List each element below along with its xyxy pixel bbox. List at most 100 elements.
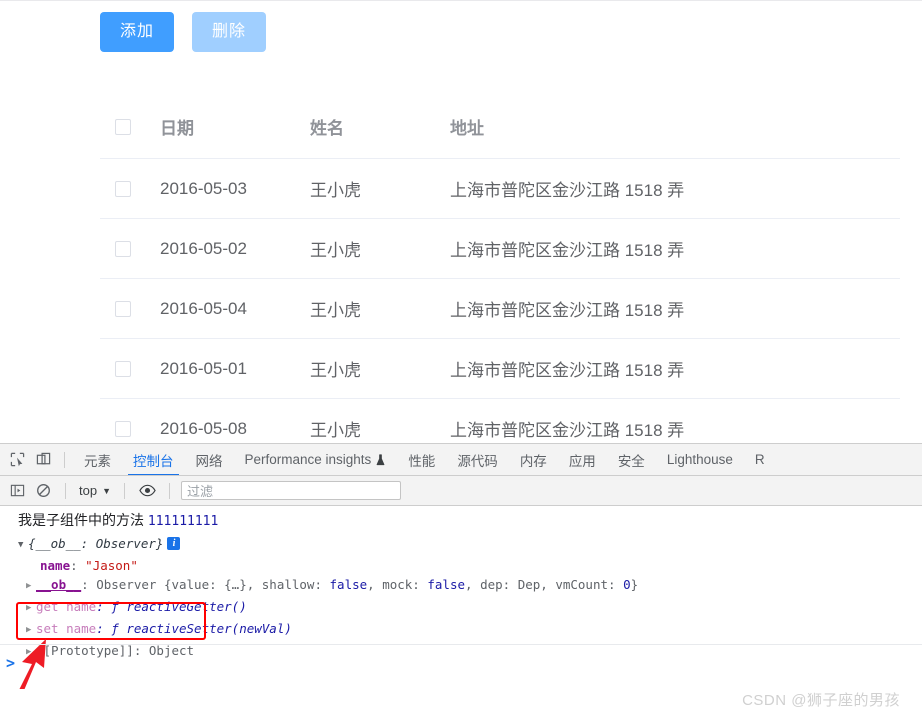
tab-lighthouse[interactable]: Lighthouse xyxy=(656,444,744,475)
toolbar-divider xyxy=(169,482,170,499)
disclosure-triangle-open-icon[interactable]: ▼ xyxy=(18,536,28,555)
disclosure-triangle-icon[interactable]: ▶ xyxy=(26,643,36,662)
data-table: 日期 姓名 地址 2016-05-03 王小虎 上海市普陀区金沙江路 1518 … xyxy=(100,95,900,443)
object-property-line: name: "Jason" xyxy=(18,556,922,575)
value-token: } xyxy=(630,577,639,592)
tab-label: 内存 xyxy=(519,453,547,469)
add-button[interactable]: 添加 xyxy=(100,12,175,52)
select-all-cell xyxy=(100,118,160,135)
cell-address: 上海市普陀区金沙江路 1518 弄 xyxy=(450,181,685,200)
prototype-key: [[Prototype]] xyxy=(36,643,134,658)
console-filter-input[interactable]: 过滤 xyxy=(181,481,401,500)
row-checkbox[interactable] xyxy=(115,360,131,377)
prototype-value: : Object xyxy=(133,643,195,658)
select-all-checkbox[interactable] xyxy=(115,118,131,135)
value-token: , mock: xyxy=(367,577,428,592)
table-row[interactable]: 2016-05-08 王小虎 上海市普陀区金沙江路 1518 弄 xyxy=(100,399,900,443)
property-key[interactable]: __ob__ xyxy=(36,577,81,592)
console-prompt[interactable]: > xyxy=(0,653,15,673)
row-select-cell xyxy=(100,360,160,377)
column-header-address[interactable]: 地址 xyxy=(450,114,900,139)
property-value: "Jason" xyxy=(85,558,138,573)
disclosure-triangle-icon[interactable]: ▶ xyxy=(26,599,36,618)
accessor-value: : ƒ reactiveGetter() xyxy=(96,599,247,614)
delete-button[interactable]: 删除 xyxy=(192,12,267,52)
web-page-area: 添加 删除 日期 姓名 地址 2016-05-03 王小虎 上海市普陀区金沙江路… xyxy=(0,0,922,443)
row-checkbox[interactable] xyxy=(115,300,131,317)
row-select-cell xyxy=(100,300,160,317)
info-icon[interactable]: i xyxy=(167,537,181,550)
clear-console-icon[interactable] xyxy=(30,478,56,504)
toolbar-divider xyxy=(65,482,66,499)
tab-label: Lighthouse xyxy=(666,452,733,467)
tab-sources[interactable]: 源代码 xyxy=(446,444,509,475)
filter-placeholder: 过滤 xyxy=(187,484,214,499)
console-message: 我是子组件中的方法 111111111 xyxy=(0,506,922,534)
execution-context-value: top xyxy=(79,483,98,498)
live-expression-icon[interactable] xyxy=(134,478,160,504)
object-preview-text: {__ob__: Observer} xyxy=(28,536,164,551)
tab-security[interactable]: 安全 xyxy=(607,444,656,475)
cell-name: 王小虎 xyxy=(310,361,361,380)
tab-label: 控制台 xyxy=(133,453,174,469)
row-checkbox[interactable] xyxy=(115,240,131,257)
cell-name: 王小虎 xyxy=(310,421,361,440)
row-select-cell xyxy=(100,180,160,197)
column-header-name[interactable]: 姓名 xyxy=(310,114,450,139)
row-select-cell xyxy=(100,240,160,257)
accessor-value: : ƒ reactiveSetter(newVal) xyxy=(96,621,292,636)
tab-label: 性能 xyxy=(408,453,436,469)
disclosure-triangle-icon[interactable]: ▶ xyxy=(26,621,36,640)
object-header-line[interactable]: ▼ {__ob__: Observer} i xyxy=(18,534,922,556)
column-header-date[interactable]: 日期 xyxy=(160,114,310,139)
execution-context-select[interactable]: top ▼ xyxy=(75,483,115,498)
value-token: , dep: Dep, vmCount: xyxy=(465,577,624,592)
tab-performance-insights[interactable]: Performance insights xyxy=(234,444,398,475)
tab-memory[interactable]: 内存 xyxy=(509,444,558,475)
cell-date: 2016-05-08 xyxy=(160,418,247,438)
tab-label: 应用 xyxy=(568,453,596,469)
tab-label: 网络 xyxy=(195,453,223,469)
tab-elements[interactable]: 元素 xyxy=(73,444,122,475)
object-setter-line[interactable]: ▶ set name: ƒ reactiveSetter(newVal) xyxy=(18,619,922,641)
cell-name: 王小虎 xyxy=(310,181,361,200)
tab-label: 元素 xyxy=(84,453,111,469)
cell-address: 上海市普陀区金沙江路 1518 弄 xyxy=(450,421,685,440)
devtools-panel: 元素 控制台 网络 Performance insights 性能 源代码 内存… xyxy=(0,443,922,720)
inspect-element-icon[interactable] xyxy=(4,447,30,473)
cell-date: 2016-05-02 xyxy=(160,238,247,258)
table-row[interactable]: 2016-05-02 王小虎 上海市普陀区金沙江路 1518 弄 xyxy=(100,219,900,279)
accessor-key: get name xyxy=(36,599,97,614)
cell-address: 上海市普陀区金沙江路 1518 弄 xyxy=(450,241,685,260)
property-colon: : xyxy=(70,558,78,573)
value-token: false xyxy=(329,577,368,592)
object-internal-line[interactable]: ▶ __ob__: Observer {value: {…}, shallow: … xyxy=(18,575,922,597)
page-top-divider xyxy=(0,0,922,1)
value-token: 0 xyxy=(623,577,631,592)
console-toolbar: top ▼ 过滤 xyxy=(0,476,922,506)
cell-address: 上海市普陀区金沙江路 1518 弄 xyxy=(450,301,685,320)
row-checkbox[interactable] xyxy=(115,180,131,197)
watermark: CSDN @狮子座的男孩 xyxy=(742,692,900,709)
console-prompt-divider xyxy=(0,644,922,645)
action-button-bar: 添加 删除 xyxy=(100,12,267,52)
console-sidebar-icon[interactable] xyxy=(4,478,30,504)
device-toolbar-icon[interactable] xyxy=(30,447,56,473)
tab-performance[interactable]: 性能 xyxy=(397,444,446,475)
cell-date: 2016-05-04 xyxy=(160,298,247,318)
tab-console[interactable]: 控制台 xyxy=(122,444,185,475)
tab-application[interactable]: 应用 xyxy=(558,444,607,475)
row-checkbox[interactable] xyxy=(115,420,131,437)
table-row[interactable]: 2016-05-03 王小虎 上海市普陀区金沙江路 1518 弄 xyxy=(100,159,900,219)
table-row[interactable]: 2016-05-01 王小虎 上海市普陀区金沙江路 1518 弄 xyxy=(100,339,900,399)
tab-recorder[interactable]: R xyxy=(744,444,776,475)
table-row[interactable]: 2016-05-04 王小虎 上海市普陀区金沙江路 1518 弄 xyxy=(100,279,900,339)
chevron-down-icon: ▼ xyxy=(102,485,111,496)
tab-label: 安全 xyxy=(617,453,645,469)
disclosure-triangle-icon[interactable]: ▶ xyxy=(26,577,36,596)
property-key: name xyxy=(40,558,71,573)
cell-date: 2016-05-01 xyxy=(160,358,247,378)
table-header-row: 日期 姓名 地址 xyxy=(100,95,900,159)
tab-network[interactable]: 网络 xyxy=(185,444,234,475)
object-getter-line[interactable]: ▶ get name: ƒ reactiveGetter() xyxy=(18,597,922,619)
